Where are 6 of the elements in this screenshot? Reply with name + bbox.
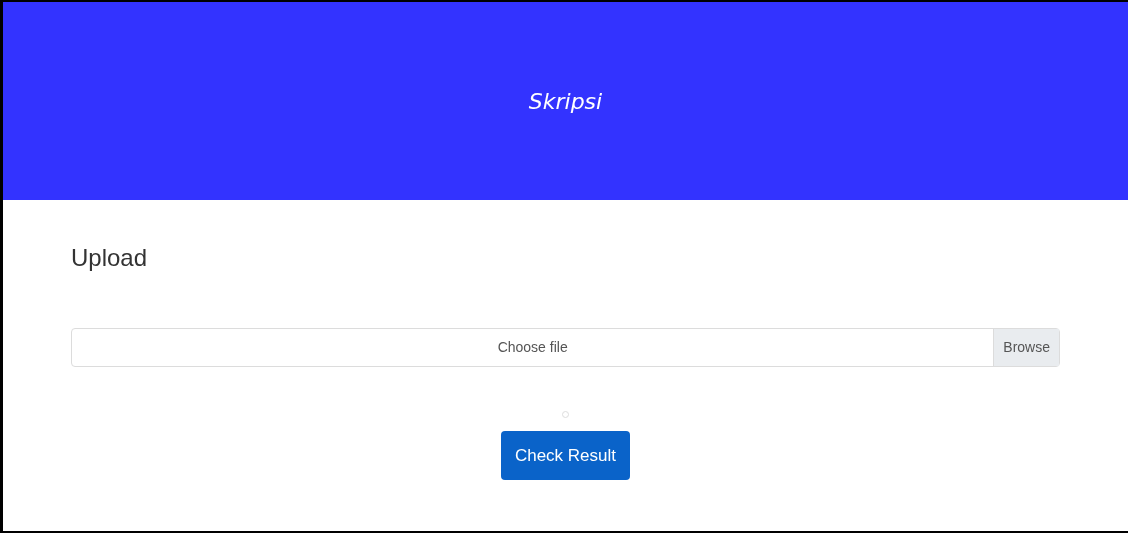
site-title: Skripsi [528, 87, 603, 116]
browse-button[interactable]: Browse [993, 329, 1059, 366]
file-placeholder: Choose file [496, 338, 569, 357]
check-result-button[interactable]: Check Result [501, 431, 630, 480]
file-input[interactable]: Choose file Browse [71, 328, 1060, 367]
section-heading: Upload [71, 243, 149, 273]
